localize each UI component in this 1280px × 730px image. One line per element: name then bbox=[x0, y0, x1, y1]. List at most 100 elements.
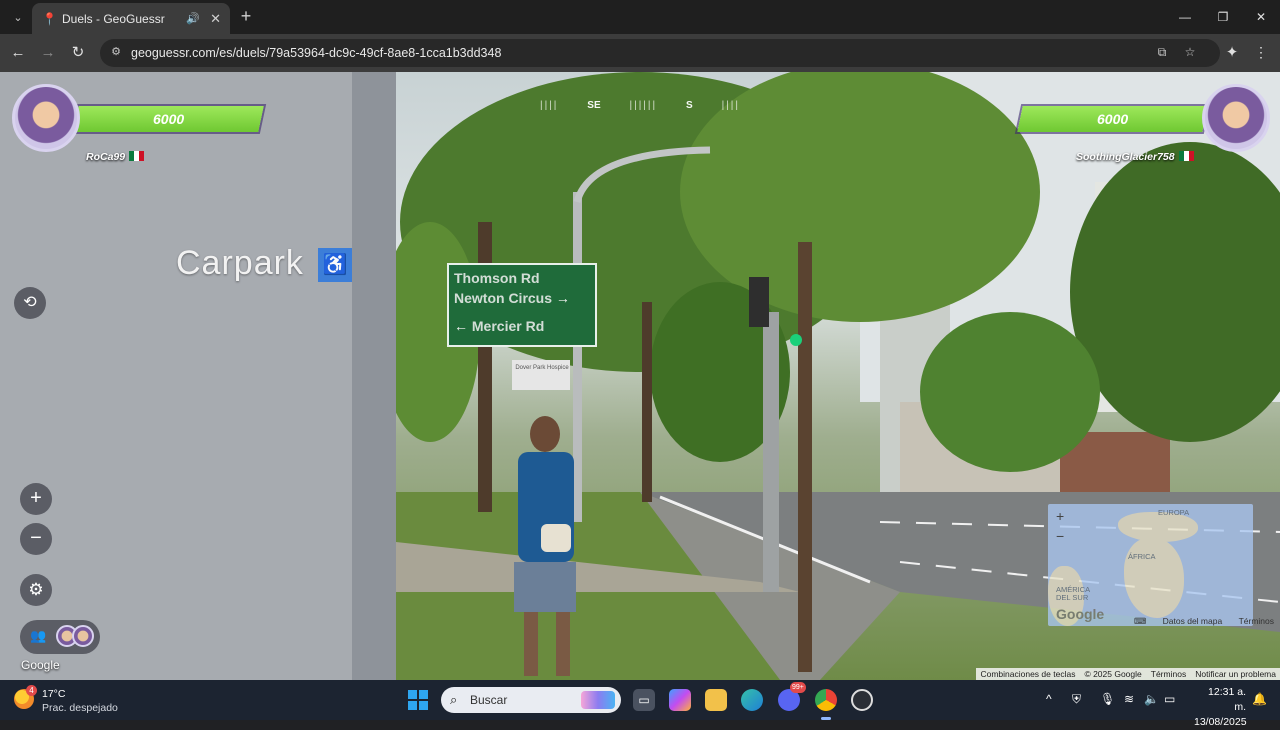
player2-name: SoothingGlacier758 bbox=[1076, 151, 1175, 163]
copyright-text: © 2025 Google bbox=[1084, 669, 1142, 679]
mexico-flag-icon bbox=[129, 151, 145, 161]
player1-health: 6000 bbox=[152, 111, 185, 127]
security-icon[interactable]: ⛨ bbox=[1072, 692, 1081, 707]
minimap-footer: ⌨ Datos del mapa Términos bbox=[1120, 616, 1274, 627]
clock-time: 12:31 a. m. bbox=[1208, 686, 1246, 713]
new-tab-icon[interactable]: + bbox=[236, 7, 256, 27]
player2-avatar[interactable] bbox=[1202, 84, 1270, 152]
settings-gear-icon[interactable]: ⚙ bbox=[20, 574, 52, 606]
tab-duels[interactable]: 📍 Duels - GeoGuessr 🔊 ✕ bbox=[32, 3, 230, 34]
map-data-link[interactable]: Datos del mapa bbox=[1163, 616, 1223, 626]
start-button-icon[interactable] bbox=[408, 690, 428, 710]
left-arrow-icon: ← bbox=[454, 318, 468, 334]
direction-sign-line2-text: Newton Circus bbox=[454, 290, 553, 306]
zoom-out-button[interactable]: − bbox=[20, 523, 52, 555]
minimap-zoom-out-icon[interactable]: − bbox=[1056, 528, 1064, 544]
edge-icon[interactable] bbox=[741, 689, 763, 711]
carpark-sign: Carpark bbox=[176, 244, 304, 282]
close-tab-icon[interactable]: ✕ bbox=[210, 11, 221, 27]
chatgpt-icon[interactable] bbox=[851, 689, 873, 711]
compass: |||| SE |||||| S |||| bbox=[540, 97, 740, 113]
site-info-icon[interactable]: ⚙ bbox=[108, 45, 124, 61]
africa-label: ÁFRICA bbox=[1128, 552, 1156, 561]
africa-landmass bbox=[1124, 538, 1184, 618]
south-america-label: AMÉRICA DEL SUR bbox=[1056, 585, 1090, 602]
discord-badge: 99+ bbox=[790, 682, 806, 693]
address-bar[interactable]: ⚙ geoguessr.com/es/duels/79a53964-dc9c-4… bbox=[100, 39, 1220, 67]
task-view-icon[interactable]: ▭ bbox=[633, 689, 655, 711]
direction-sign-line3-text: Mercier Rd bbox=[471, 318, 545, 334]
street-view-panorama[interactable]: Carpark ♿ Thomson Rd Newton Circus → ← M… bbox=[0, 72, 1280, 680]
volume-icon[interactable]: 🔈 bbox=[1144, 692, 1159, 706]
player1-name-row: RoCa99 bbox=[86, 151, 145, 163]
accessible-icon: ♿ bbox=[322, 254, 348, 276]
minimap-terms-link[interactable]: Términos bbox=[1239, 616, 1274, 626]
keyboard-icon[interactable]: ⌨ bbox=[1134, 616, 1146, 626]
window-controls: — ❐ ✕ bbox=[1166, 0, 1280, 34]
browser-tab-bar: ⌄ 📍 Duels - GeoGuessr 🔊 ✕ + — ❐ ✕ bbox=[0, 0, 1280, 34]
compass-ticks: |||| bbox=[721, 99, 740, 111]
player1-name: RoCa99 bbox=[86, 151, 126, 163]
player1-avatar[interactable] bbox=[12, 84, 80, 152]
tab-title: Duels - GeoGuessr bbox=[62, 11, 165, 26]
zoom-in-button[interactable]: + bbox=[20, 483, 52, 515]
clock-date: 13/08/2025 bbox=[1194, 716, 1247, 728]
chrome-icon[interactable] bbox=[815, 689, 837, 720]
discord-icon[interactable]: 99+ bbox=[778, 682, 806, 711]
search-placeholder: Buscar bbox=[470, 693, 508, 707]
minimap-zoom-in-icon[interactable]: + bbox=[1056, 508, 1064, 524]
player1-health-bar: 6000 bbox=[73, 106, 264, 132]
spectators-icon: 👥 bbox=[30, 628, 47, 643]
back-icon[interactable]: ← bbox=[8, 43, 28, 63]
wifi-icon[interactable]: ≋ bbox=[1124, 692, 1134, 706]
url-text[interactable]: geoguessr.com/es/duels/79a53964-dc9c-49c… bbox=[131, 46, 501, 60]
compass-heading-s: S bbox=[686, 99, 693, 111]
battery-icon[interactable]: ▭ bbox=[1164, 692, 1175, 706]
tray-overflow-icon[interactable]: ^ bbox=[1046, 692, 1052, 706]
geoguessr-favicon-icon: 📍 bbox=[42, 11, 57, 26]
reload-icon[interactable]: ↻ bbox=[68, 43, 88, 63]
taskbar-search[interactable]: ⌕ Buscar bbox=[441, 687, 621, 713]
player2-name-row: SoothingGlacier758 bbox=[1076, 151, 1194, 163]
keyboard-shortcuts-link[interactable]: Combinaciones de teclas bbox=[980, 669, 1075, 679]
spectators-bar[interactable]: 👥 bbox=[20, 620, 100, 654]
system-clock[interactable]: 12:31 a. m. 13/08/2025 bbox=[1194, 685, 1247, 730]
terms-link[interactable]: Términos bbox=[1151, 669, 1186, 679]
direction-sign-line2: Newton Circus → bbox=[454, 288, 594, 308]
minimize-icon[interactable]: — bbox=[1166, 0, 1204, 34]
right-arrow-icon: → bbox=[555, 290, 570, 306]
compass-ticks: |||||| bbox=[629, 99, 658, 111]
audio-icon[interactable]: 🔊 bbox=[186, 12, 200, 25]
guess-minimap[interactable]: EUROPA ÁFRICA AMÉRICA DEL SUR + − Google bbox=[1048, 504, 1253, 626]
forward-icon[interactable]: → bbox=[38, 43, 58, 63]
bookmark-star-icon[interactable]: ☆ bbox=[1182, 45, 1198, 61]
copilot-icon[interactable] bbox=[669, 689, 691, 711]
extension-icon[interactable]: ✦ bbox=[1222, 43, 1242, 63]
file-explorer-icon[interactable] bbox=[705, 689, 727, 711]
close-window-icon[interactable]: ✕ bbox=[1242, 0, 1280, 34]
windows-taskbar: 4 17°C Prac. despejado ⌕ Buscar ▭ 99+ ^ … bbox=[0, 680, 1280, 728]
microphone-icon[interactable]: 🎙 bbox=[1100, 692, 1115, 706]
spectator-avatar bbox=[72, 625, 94, 647]
install-app-icon[interactable]: ⧉ bbox=[1154, 45, 1170, 61]
attribution-bar: Combinaciones de teclas © 2025 Google Té… bbox=[976, 668, 1280, 680]
menu-icon[interactable]: ⋮ bbox=[1254, 44, 1268, 61]
search-highlight-icon bbox=[581, 691, 615, 709]
europa-label: EUROPA bbox=[1158, 508, 1190, 517]
compass-heading-se: SE bbox=[587, 99, 601, 111]
compass-ticks: |||| bbox=[540, 99, 559, 111]
player2-health-bar: 6000 bbox=[1017, 106, 1208, 132]
browser-toolbar: ← → ↻ ⚙ geoguessr.com/es/duels/79a53964-… bbox=[0, 34, 1280, 72]
minimap-google-logo: Google bbox=[1056, 606, 1105, 622]
weather-temp: 17°C bbox=[42, 688, 66, 700]
return-to-start-icon[interactable]: ⟲ bbox=[14, 287, 46, 319]
tab-search-icon[interactable]: ⌄ bbox=[8, 7, 28, 27]
weather-badge: 4 bbox=[26, 685, 37, 696]
maximize-icon[interactable]: ❐ bbox=[1204, 0, 1242, 34]
direction-sign: Thomson Rd Newton Circus → ← Mercier Rd bbox=[454, 268, 594, 336]
mexico-flag-icon bbox=[1178, 151, 1194, 161]
notifications-icon[interactable]: 🔔 bbox=[1252, 692, 1267, 706]
report-problem-link[interactable]: Notificar un problema bbox=[1195, 669, 1276, 679]
google-logo: Google bbox=[21, 658, 60, 672]
direction-sign-line1: Thomson Rd bbox=[454, 270, 540, 286]
